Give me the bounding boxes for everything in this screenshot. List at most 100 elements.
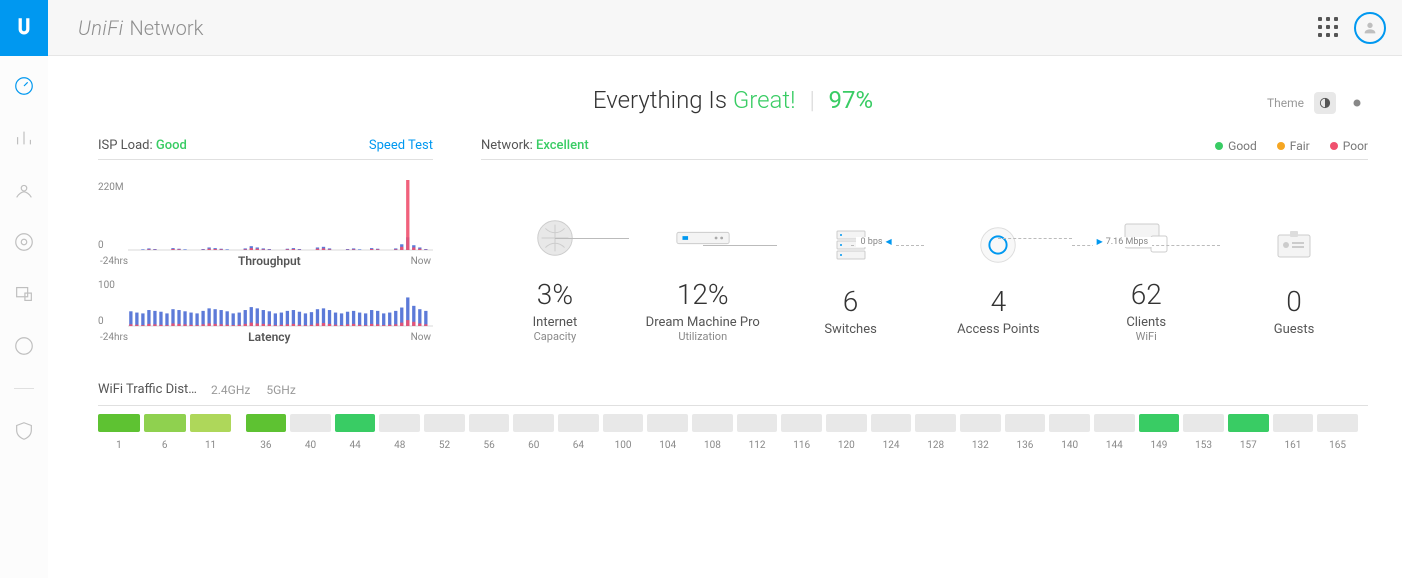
wifi-ch-56[interactable] bbox=[469, 414, 510, 432]
brand-secondary: Network bbox=[130, 16, 204, 40]
wifi-ch-144[interactable] bbox=[1094, 414, 1135, 432]
node-sub-0: Capacity bbox=[481, 330, 629, 343]
wifi-ch-44[interactable] bbox=[335, 414, 376, 432]
node-3[interactable]: 0 bps◀▶7.16 Mbps4Access Points bbox=[924, 223, 1072, 337]
network-column: Network: Excellent Good Fair Poor 3%Inte… bbox=[481, 138, 1368, 346]
node-sub-4: WiFi bbox=[1072, 330, 1220, 343]
wifi-ch-149[interactable] bbox=[1139, 414, 1180, 432]
node-label-3: Access Points bbox=[924, 322, 1072, 337]
wifi-lbl-136: 136 bbox=[1005, 440, 1046, 451]
wifi-title: WiFi Traffic Dist… bbox=[98, 382, 197, 397]
wifi-lbl-153: 153 bbox=[1183, 440, 1224, 451]
throughput-chart: 220M 0 -24hrs Throughput Now bbox=[98, 172, 433, 270]
wifi-lbl-11: 11 bbox=[190, 440, 232, 451]
hero-prefix: Everything Is bbox=[593, 86, 733, 114]
wifi-ch-157[interactable] bbox=[1228, 414, 1269, 432]
node-5[interactable]: 0Guests bbox=[1220, 223, 1368, 337]
node-value-4: 62 bbox=[1072, 278, 1220, 311]
isp-label: ISP Load: bbox=[98, 138, 156, 153]
thr-xstart: -24hrs bbox=[100, 256, 128, 270]
node-value-0: 3% bbox=[481, 278, 629, 311]
node-0[interactable]: 3% InternetCapacity bbox=[481, 216, 629, 343]
sidebar-insights[interactable] bbox=[12, 334, 36, 358]
wifi-ch-1[interactable] bbox=[98, 414, 140, 432]
wifi-ch-64[interactable] bbox=[558, 414, 599, 432]
wifi-lbl-120: 120 bbox=[826, 440, 867, 451]
user-avatar[interactable] bbox=[1354, 12, 1386, 44]
wifi-ch-112[interactable] bbox=[737, 414, 778, 432]
node-label-1: Dream Machine Pro bbox=[629, 315, 777, 330]
sidebar-clients[interactable] bbox=[12, 282, 36, 306]
wifi-ch-116[interactable] bbox=[781, 414, 822, 432]
wifi-ch-108[interactable] bbox=[692, 414, 733, 432]
wifi-tab-2.4GHz[interactable]: 2.4GHz bbox=[211, 383, 250, 397]
wifi-ch-128[interactable] bbox=[915, 414, 956, 432]
wifi-ch-161[interactable] bbox=[1273, 414, 1314, 432]
node-sub-1: Utilization bbox=[629, 330, 777, 343]
wifi-lbl-165: 165 bbox=[1317, 440, 1358, 451]
wifi-lbl-1: 1 bbox=[98, 440, 140, 451]
wifi-ch-140[interactable] bbox=[1049, 414, 1090, 432]
brand-logo[interactable] bbox=[0, 0, 48, 56]
wifi-lbl-108: 108 bbox=[692, 440, 733, 451]
wifi-ch-120[interactable] bbox=[826, 414, 867, 432]
wifi-lbl-36: 36 bbox=[246, 440, 287, 451]
isp-status: Good bbox=[156, 138, 187, 153]
hero-status: Great! bbox=[733, 86, 796, 114]
theme-light[interactable] bbox=[1314, 92, 1336, 114]
wifi-ch-36[interactable] bbox=[246, 414, 287, 432]
wifi-ch-11[interactable] bbox=[190, 414, 232, 432]
wifi-ch-40[interactable] bbox=[290, 414, 331, 432]
apps-icon[interactable] bbox=[1318, 17, 1340, 39]
node-2[interactable]: 6Switches bbox=[777, 223, 925, 337]
main-content: Everything Is Great!|97% Theme ISP Load:… bbox=[48, 56, 1402, 578]
wifi-ch-48[interactable] bbox=[379, 414, 420, 432]
hero-sep: | bbox=[810, 86, 815, 114]
theme-label: Theme bbox=[1267, 96, 1304, 110]
wifi-ch-52[interactable] bbox=[424, 414, 465, 432]
node-4[interactable]: 62 ClientsWiFi bbox=[1072, 216, 1220, 343]
speed-test-link[interactable]: Speed Test bbox=[369, 138, 433, 153]
lat-xstart: -24hrs bbox=[100, 332, 128, 346]
wifi-lbl-52: 52 bbox=[424, 440, 465, 451]
theme-control: Theme bbox=[1267, 92, 1368, 114]
lat-xend: Now bbox=[411, 332, 431, 346]
wifi-ch-6[interactable] bbox=[144, 414, 186, 432]
node-icon-1 bbox=[675, 216, 731, 260]
wifi-tab-5GHz[interactable]: 5GHz bbox=[266, 383, 295, 397]
wifi-ch-124[interactable] bbox=[871, 414, 912, 432]
wifi-lbl-112: 112 bbox=[737, 440, 778, 451]
sidebar bbox=[0, 56, 48, 578]
lat-ymin: 0 bbox=[98, 316, 104, 327]
wifi-lbl-161: 161 bbox=[1273, 440, 1314, 451]
sidebar-dashboard[interactable] bbox=[12, 74, 36, 98]
wifi-lbl-56: 56 bbox=[469, 440, 510, 451]
wifi-ch-104[interactable] bbox=[647, 414, 688, 432]
node-label-4: Clients bbox=[1072, 315, 1220, 330]
wifi-ch-100[interactable] bbox=[603, 414, 644, 432]
wifi-section: WiFi Traffic Dist… 2.4GHz5GHz 1611364044… bbox=[98, 382, 1368, 451]
wifi-ch-132[interactable] bbox=[960, 414, 1001, 432]
sidebar-devices[interactable] bbox=[12, 230, 36, 254]
wifi-lbl-128: 128 bbox=[915, 440, 956, 451]
lat-ymax: 100 bbox=[98, 280, 115, 291]
node-value-1: 12% bbox=[629, 278, 777, 311]
wifi-lbl-124: 124 bbox=[871, 440, 912, 451]
sidebar-security[interactable] bbox=[12, 419, 36, 443]
wifi-ch-60[interactable] bbox=[513, 414, 554, 432]
wifi-lbl-144: 144 bbox=[1094, 440, 1135, 451]
wifi-ch-136[interactable] bbox=[1005, 414, 1046, 432]
theme-dark[interactable] bbox=[1346, 92, 1368, 114]
node-label-0: Internet bbox=[481, 315, 629, 330]
wifi-lbl-149: 149 bbox=[1139, 440, 1180, 451]
wifi-lbl-60: 60 bbox=[513, 440, 554, 451]
sidebar-map[interactable] bbox=[12, 178, 36, 202]
thr-ymax: 220M bbox=[98, 182, 124, 193]
topology: 3% InternetCapacity 12% Dream Machine ProUt… bbox=[481, 216, 1368, 343]
latency-svg bbox=[98, 276, 433, 332]
node-1[interactable]: 12% Dream Machine ProUtilization bbox=[629, 216, 777, 343]
wifi-lbl-40: 40 bbox=[290, 440, 331, 451]
wifi-ch-165[interactable] bbox=[1317, 414, 1358, 432]
wifi-ch-153[interactable] bbox=[1183, 414, 1224, 432]
sidebar-stats[interactable] bbox=[12, 126, 36, 150]
